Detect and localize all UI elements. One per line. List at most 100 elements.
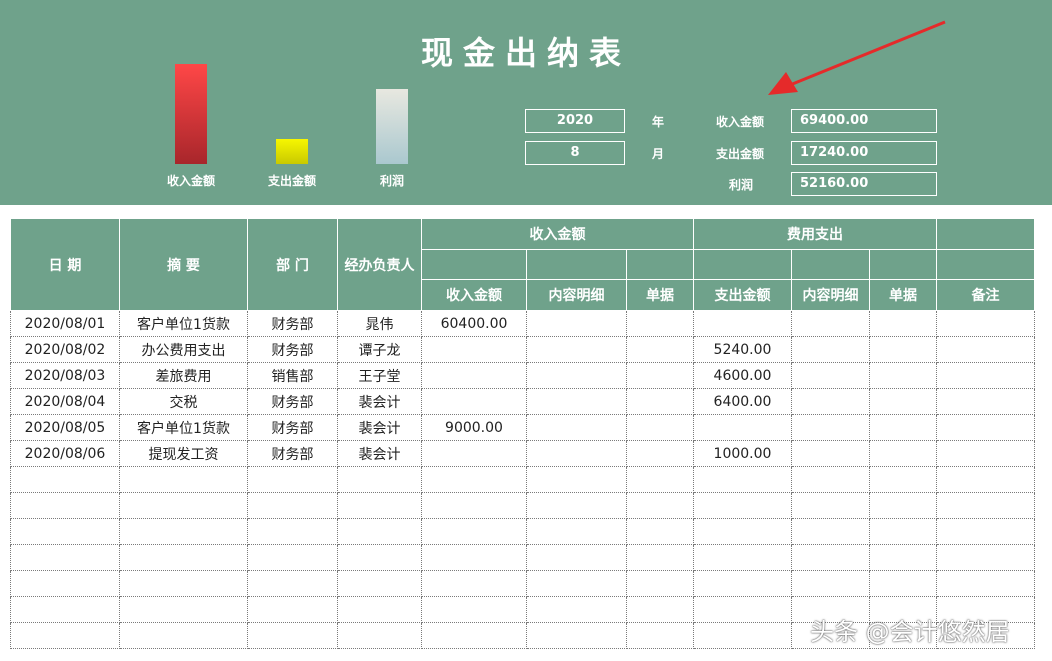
table-cell[interactable]	[869, 518, 937, 545]
table-cell[interactable]	[936, 388, 1035, 415]
table-cell[interactable]: 财务部	[247, 336, 338, 363]
table-cell[interactable]: 办公费用支出	[119, 336, 248, 363]
table-cell[interactable]	[693, 492, 792, 519]
table-cell[interactable]: 晁伟	[337, 310, 422, 337]
table-cell[interactable]	[247, 596, 338, 623]
table-cell[interactable]	[936, 518, 1035, 545]
table-cell[interactable]: 财务部	[247, 388, 338, 415]
table-cell[interactable]: 客户单位1货款	[119, 414, 248, 441]
table-cell[interactable]	[791, 414, 870, 441]
table-cell[interactable]: 2020/08/01	[10, 310, 120, 337]
table-cell[interactable]	[869, 310, 937, 337]
table-cell[interactable]	[791, 544, 870, 571]
table-cell[interactable]	[421, 336, 527, 363]
table-cell[interactable]: 1000.00	[693, 440, 792, 467]
table-cell[interactable]	[936, 310, 1035, 337]
table-cell[interactable]	[421, 622, 527, 649]
table-cell[interactable]	[421, 388, 527, 415]
table-cell[interactable]: 9000.00	[421, 414, 527, 441]
table-cell[interactable]	[791, 310, 870, 337]
table-cell[interactable]	[526, 362, 627, 389]
table-cell[interactable]	[693, 414, 792, 441]
table-cell[interactable]	[869, 544, 937, 571]
table-cell[interactable]: 裴会计	[337, 388, 422, 415]
table-cell[interactable]	[421, 492, 527, 519]
table-cell[interactable]	[10, 466, 120, 493]
table-cell[interactable]	[869, 388, 937, 415]
table-cell[interactable]	[421, 362, 527, 389]
table-cell[interactable]: 财务部	[247, 310, 338, 337]
table-cell[interactable]	[10, 518, 120, 545]
table-cell[interactable]	[119, 570, 248, 597]
table-cell[interactable]	[337, 570, 422, 597]
table-cell[interactable]	[119, 544, 248, 571]
table-cell[interactable]	[119, 622, 248, 649]
table-cell[interactable]	[10, 492, 120, 519]
table-cell[interactable]	[936, 414, 1035, 441]
table-cell[interactable]	[693, 570, 792, 597]
table-cell[interactable]	[869, 570, 937, 597]
table-cell[interactable]: 裴会计	[337, 440, 422, 467]
table-cell[interactable]	[936, 362, 1035, 389]
table-cell[interactable]	[626, 466, 694, 493]
table-cell[interactable]	[626, 518, 694, 545]
table-cell[interactable]: 2020/08/06	[10, 440, 120, 467]
table-cell[interactable]: 财务部	[247, 414, 338, 441]
table-cell[interactable]	[10, 622, 120, 649]
table-cell[interactable]	[421, 544, 527, 571]
table-cell[interactable]	[791, 570, 870, 597]
table-cell[interactable]	[869, 466, 937, 493]
table-cell[interactable]	[119, 596, 248, 623]
table-cell[interactable]	[626, 336, 694, 363]
table-cell[interactable]	[337, 596, 422, 623]
table-cell[interactable]	[337, 492, 422, 519]
table-cell[interactable]	[626, 544, 694, 571]
table-cell[interactable]	[693, 518, 792, 545]
table-cell[interactable]	[936, 440, 1035, 467]
table-cell[interactable]	[693, 466, 792, 493]
table-cell[interactable]	[526, 622, 627, 649]
table-cell[interactable]	[791, 440, 870, 467]
table-cell[interactable]	[626, 492, 694, 519]
table-cell[interactable]	[526, 466, 627, 493]
table-cell[interactable]: 2020/08/04	[10, 388, 120, 415]
table-cell[interactable]	[791, 362, 870, 389]
table-cell[interactable]: 财务部	[247, 440, 338, 467]
table-cell[interactable]	[526, 492, 627, 519]
table-cell[interactable]	[936, 570, 1035, 597]
table-cell[interactable]	[526, 310, 627, 337]
table-cell[interactable]: 2020/08/03	[10, 362, 120, 389]
table-cell[interactable]	[626, 440, 694, 467]
table-cell[interactable]	[791, 492, 870, 519]
table-cell[interactable]	[337, 544, 422, 571]
table-cell[interactable]	[337, 466, 422, 493]
table-cell[interactable]	[626, 622, 694, 649]
table-cell[interactable]	[247, 492, 338, 519]
table-cell[interactable]	[626, 414, 694, 441]
table-cell[interactable]	[526, 544, 627, 571]
table-cell[interactable]: 差旅费用	[119, 362, 248, 389]
table-cell[interactable]	[693, 310, 792, 337]
table-cell[interactable]: 谭子龙	[337, 336, 422, 363]
table-cell[interactable]	[626, 570, 694, 597]
table-cell[interactable]	[869, 414, 937, 441]
table-cell[interactable]	[119, 466, 248, 493]
table-cell[interactable]: 客户单位1货款	[119, 310, 248, 337]
table-cell[interactable]	[526, 518, 627, 545]
table-cell[interactable]	[247, 466, 338, 493]
table-cell[interactable]	[526, 596, 627, 623]
table-cell[interactable]	[10, 570, 120, 597]
table-cell[interactable]: 交税	[119, 388, 248, 415]
table-cell[interactable]	[936, 466, 1035, 493]
table-cell[interactable]	[10, 596, 120, 623]
table-cell[interactable]	[247, 622, 338, 649]
table-cell[interactable]: 销售部	[247, 362, 338, 389]
table-cell[interactable]	[869, 362, 937, 389]
table-cell[interactable]	[626, 362, 694, 389]
table-cell[interactable]: 2020/08/05	[10, 414, 120, 441]
table-cell[interactable]: 王子堂	[337, 362, 422, 389]
table-cell[interactable]	[526, 570, 627, 597]
table-cell[interactable]	[626, 310, 694, 337]
table-cell[interactable]	[693, 622, 792, 649]
table-cell[interactable]	[421, 596, 527, 623]
